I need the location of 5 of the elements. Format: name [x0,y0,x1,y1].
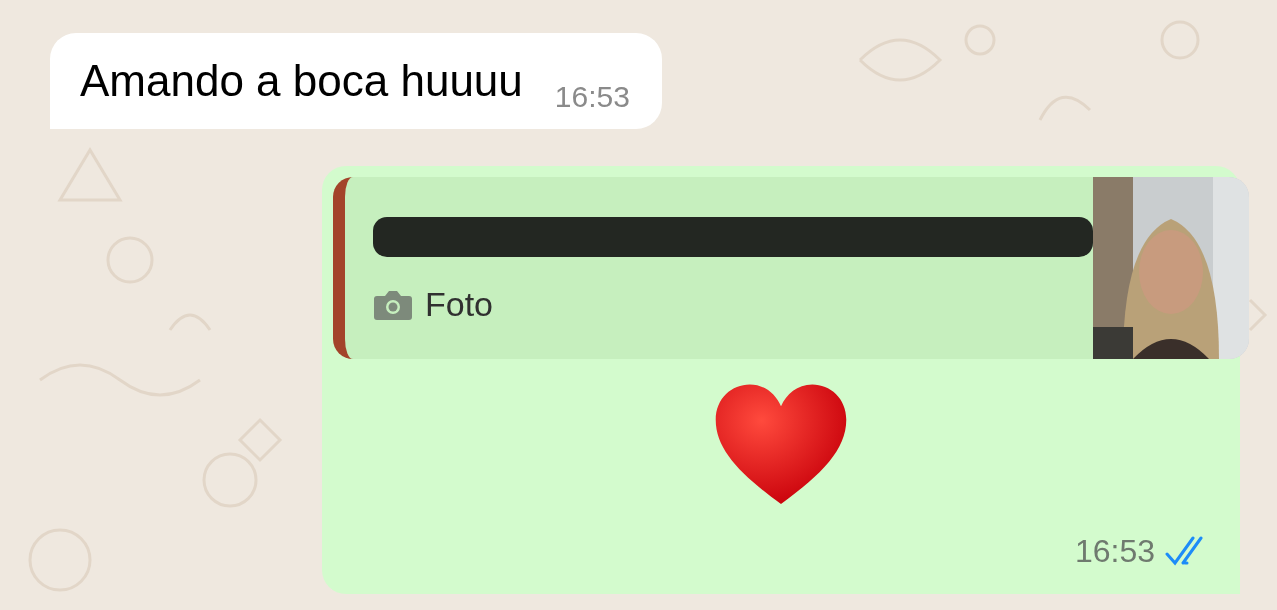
message-time: 16:53 [554,79,630,115]
message-time: 16:53 [1074,532,1155,571]
message-text: Amando a boca huuuu [80,55,523,107]
camera-icon [373,288,413,321]
media-label: Foto [425,284,494,325]
